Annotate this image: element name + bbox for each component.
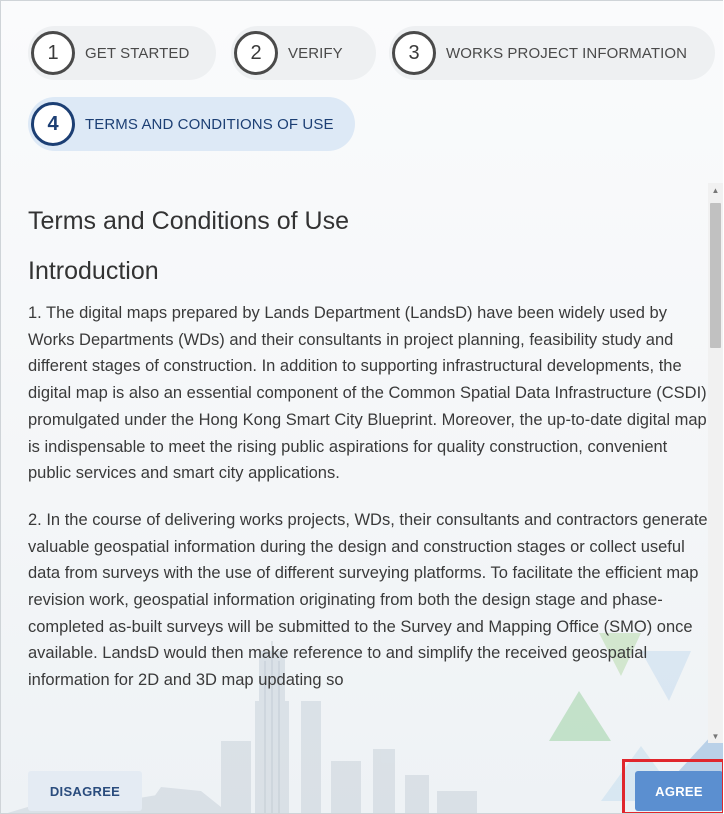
step-number-circle: 4 [31, 102, 75, 146]
step-number-circle: 2 [234, 31, 278, 75]
step-terms-and-conditions[interactable]: 4 TERMS AND CONDITIONS OF USE [28, 97, 355, 151]
disagree-button[interactable]: DISAGREE [28, 771, 142, 811]
terms-paragraph-2: 2. In the course of delivering works pro… [28, 510, 708, 690]
step-verify[interactable]: 2 VERIFY [231, 26, 376, 80]
introduction-heading: Introduction [28, 257, 159, 285]
step-label: VERIFY [288, 44, 343, 62]
step-get-started[interactable]: 1 GET STARTED [28, 26, 216, 80]
terms-title: Terms and Conditions of Use [28, 207, 349, 235]
terms-content: Terms and Conditions of Use Introduction… [28, 186, 708, 741]
scrollbar-thumb[interactable] [710, 203, 721, 348]
terms-dialog: 1 GET STARTED 2 VERIFY 3 WORKS PROJECT I… [0, 0, 723, 814]
content-scrollbar[interactable]: ▲ ▼ [708, 183, 723, 743]
terms-paragraph-1: 1. The digital maps prepared by Lands De… [28, 304, 707, 483]
scroll-up-arrow-icon[interactable]: ▲ [708, 183, 723, 197]
agree-button[interactable]: AGREE [635, 771, 723, 811]
step-label: TERMS AND CONDITIONS OF USE [85, 115, 334, 133]
step-works-project-information[interactable]: 3 WORKS PROJECT INFORMATION [389, 26, 715, 80]
step-label: GET STARTED [85, 44, 190, 62]
step-number-circle: 3 [392, 31, 436, 75]
step-label: WORKS PROJECT INFORMATION [446, 44, 688, 62]
scroll-down-arrow-icon[interactable]: ▼ [708, 729, 723, 743]
step-number-circle: 1 [31, 31, 75, 75]
